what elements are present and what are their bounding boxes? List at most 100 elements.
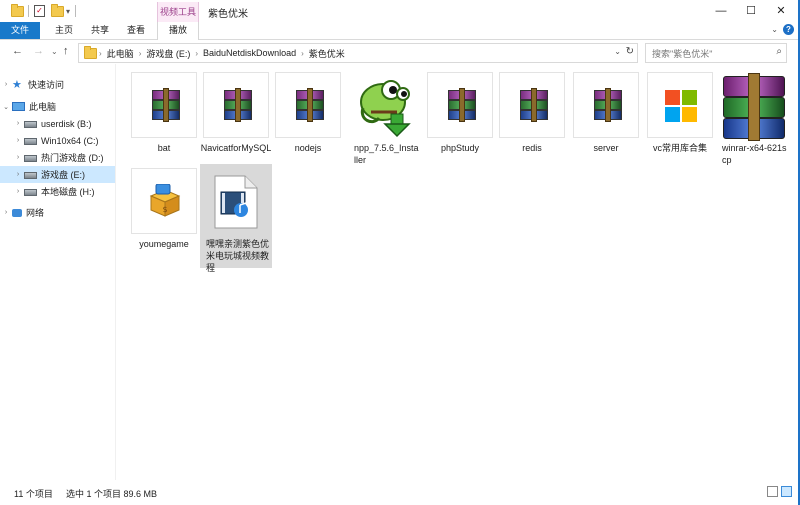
properties-icon[interactable]: ✓: [34, 4, 45, 18]
folder-icon[interactable]: [11, 3, 24, 18]
file-name: nodejs: [294, 143, 322, 153]
svg-text:$: $: [162, 205, 167, 214]
address-row: ← → ⌄ ↑ › 此电脑 › 游戏盘 (E:) › BaiduNetdiskD…: [0, 40, 800, 64]
separator: [28, 4, 29, 18]
navigation-pane: › ★ 快速访问 ⌄ 此电脑 › userdisk (B:) › Win10x6…: [0, 64, 116, 480]
chevron-right-icon[interactable]: ›: [12, 137, 24, 144]
forward-button[interactable]: →: [33, 45, 44, 57]
chevron-right-icon: ›: [195, 48, 199, 58]
ribbon-expand-icon[interactable]: ⌄: [771, 25, 778, 34]
file-name: winrar-x64-621scp: [722, 143, 787, 165]
nav-item-this-pc[interactable]: ⌄ 此电脑: [0, 98, 115, 115]
address-bar[interactable]: › 此电脑 › 游戏盘 (E:) › BaiduNetdiskDownload …: [78, 43, 638, 63]
nav-item-quick-access[interactable]: › ★ 快速访问: [0, 76, 115, 93]
file-item-selected[interactable]: 嘿嘿亲测紫色优米电玩城视频教程: [200, 164, 272, 273]
nav-item-drive-b[interactable]: › userdisk (B:): [0, 115, 127, 132]
breadcrumb-current[interactable]: 紫色优米: [309, 47, 345, 60]
nav-item-label: 游戏盘 (E:): [41, 170, 85, 180]
back-button[interactable]: ←: [12, 45, 23, 57]
file-item[interactable]: redis: [496, 68, 568, 168]
file-name: NavicatforMySQL: [200, 143, 272, 153]
breadcrumb-baidunetdisk[interactable]: BaiduNetdiskDownload: [203, 48, 296, 58]
minimize-button[interactable]: —: [706, 0, 736, 22]
up-button[interactable]: ↑: [63, 45, 69, 57]
tab-home[interactable]: 主页: [50, 22, 78, 39]
nav-item-drive-c[interactable]: › Win10x64 (C:): [0, 132, 127, 149]
chevron-down-icon[interactable]: ⌄: [614, 47, 621, 56]
file-item[interactable]: vc常用库合集: [644, 68, 716, 168]
file-name: bat: [157, 143, 171, 153]
breadcrumb: › 此电脑 › 游戏盘 (E:) › BaiduNetdiskDownload …: [99, 44, 345, 62]
title-bar: ✓ ▾ 视频工具 紫色优米 — ☐ ✕: [0, 0, 800, 22]
search-input[interactable]: 搜索"紫色优米" ⌕: [645, 43, 787, 63]
winrar-archive-icon: [152, 88, 180, 122]
folder-icon: [84, 46, 97, 61]
chevron-right-icon[interactable]: ›: [12, 188, 24, 195]
file-item[interactable]: bat: [128, 68, 200, 168]
file-name: phpStudy: [440, 143, 480, 153]
winrar-archive-icon: [296, 88, 324, 122]
refresh-icon[interactable]: ↻: [626, 46, 634, 57]
file-list: bat NavicatforMySQL nodejs npp_7.5.6_Ins…: [120, 64, 798, 480]
file-item[interactable]: NavicatforMySQL: [200, 68, 272, 168]
file-thumbnail: [275, 72, 341, 138]
drive-icon: [24, 189, 37, 196]
video-file-icon: [214, 175, 258, 229]
file-item[interactable]: npp_7.5.6_Installer: [348, 68, 420, 168]
winrar-installer-icon: [723, 73, 785, 141]
winrar-archive-icon: [520, 88, 548, 122]
tab-share[interactable]: 共享: [86, 22, 114, 39]
tab-view[interactable]: 查看: [122, 22, 150, 39]
search-icon[interactable]: ⌕: [776, 46, 782, 57]
nav-item-label: 本地磁盘 (H:): [41, 187, 95, 197]
drive-icon: [24, 121, 37, 128]
nav-item-label: 此电脑: [29, 102, 57, 112]
chevron-down-icon[interactable]: ⌄: [0, 103, 12, 111]
file-item[interactable]: server: [570, 68, 642, 168]
chevron-right-icon[interactable]: ›: [12, 154, 24, 161]
breadcrumb-drive-e[interactable]: 游戏盘 (E:): [146, 47, 190, 60]
file-thumbnail: [573, 72, 639, 138]
search-placeholder: 搜索"紫色优米": [652, 49, 713, 59]
tab-file[interactable]: 文件: [0, 22, 40, 39]
file-thumbnail: $: [131, 168, 197, 234]
nav-item-drive-e[interactable]: › 游戏盘 (E:): [0, 166, 115, 183]
file-thumbnail: [647, 72, 713, 138]
status-bar: 11 个项目 选中 1 个项目 89.6 MB: [0, 481, 798, 505]
selection-info: 选中 1 个项目 89.6 MB: [66, 489, 158, 499]
computer-icon: [12, 102, 25, 111]
chevron-right-icon[interactable]: ›: [0, 81, 12, 88]
drive-icon: [24, 172, 37, 179]
view-toggle: [767, 486, 792, 497]
help-icon[interactable]: ?: [783, 24, 794, 35]
ribbon-tabs: 文件 主页 共享 查看 播放 ⌄ ?: [0, 22, 800, 40]
file-name: server: [593, 143, 619, 153]
file-item[interactable]: nodejs: [272, 68, 344, 168]
tab-play[interactable]: 播放: [157, 22, 199, 40]
maximize-button[interactable]: ☐: [736, 0, 766, 22]
file-thumbnail: [203, 168, 269, 234]
file-item[interactable]: $ youmegame: [128, 164, 200, 264]
explorer-window: ✓ ▾ 视频工具 紫色优米 — ☐ ✕ 文件 主页 共享 查看 播放 ⌄ ? ←…: [0, 0, 800, 505]
star-icon: ★: [12, 78, 22, 91]
recent-locations-icon[interactable]: ⌄: [51, 47, 58, 56]
chevron-right-icon[interactable]: ›: [12, 171, 24, 178]
winrar-archive-icon: [594, 88, 622, 122]
file-thumbnail: [719, 72, 785, 141]
quick-access-dropdown-icon[interactable]: ▾: [66, 4, 70, 18]
details-view-icon[interactable]: [767, 486, 778, 497]
chevron-right-icon: ›: [99, 48, 102, 58]
chevron-right-icon[interactable]: ›: [12, 120, 24, 127]
new-folder-icon[interactable]: [51, 3, 64, 18]
close-button[interactable]: ✕: [766, 0, 796, 22]
chevron-right-icon[interactable]: ›: [0, 209, 12, 216]
file-thumbnail: [427, 72, 493, 138]
file-name: vc常用库合集: [652, 143, 707, 153]
nav-item-drive-d[interactable]: › 热门游戏盘 (D:): [0, 149, 127, 166]
file-item[interactable]: winrar-x64-621scp: [716, 68, 788, 168]
breadcrumb-this-pc[interactable]: 此电脑: [107, 47, 134, 60]
nav-item-drive-h[interactable]: › 本地磁盘 (H:): [0, 183, 127, 200]
large-icons-view-icon[interactable]: [781, 486, 792, 497]
file-item[interactable]: phpStudy: [424, 68, 496, 168]
nav-item-network[interactable]: › 网络: [0, 204, 115, 221]
